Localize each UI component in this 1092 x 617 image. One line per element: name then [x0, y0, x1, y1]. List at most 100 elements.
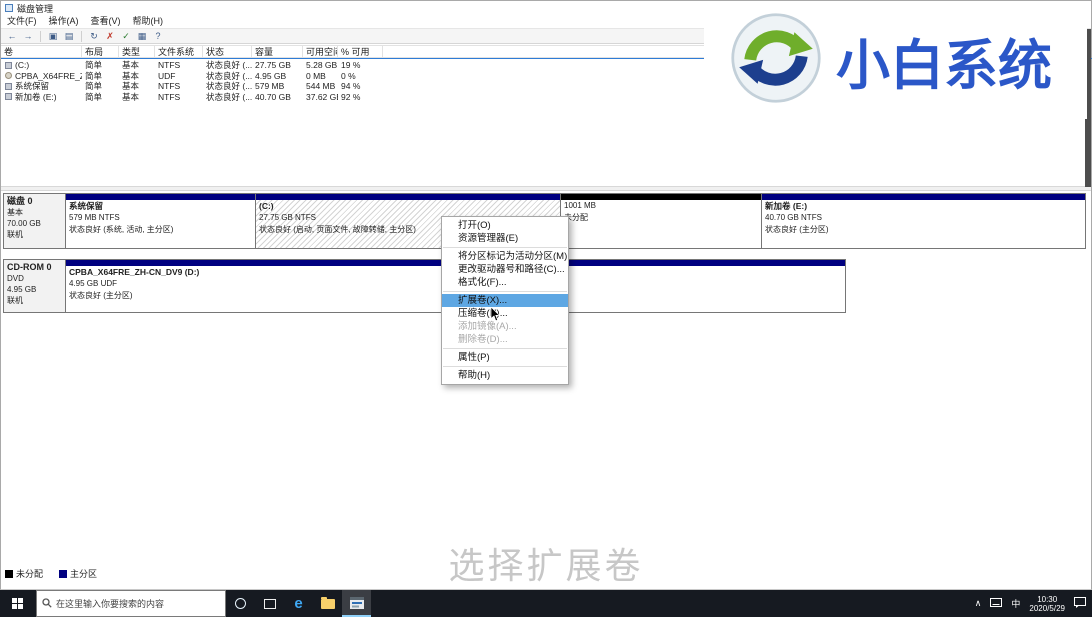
action-center-icon[interactable]	[1074, 597, 1086, 610]
partition-system-reserved[interactable]: 系统保留 579 MB NTFS 状态良好 (系统, 活动, 主分区)	[65, 193, 256, 249]
disk-status: 联机	[7, 295, 62, 306]
cell-free: 37.62 GB	[303, 92, 338, 103]
volume-row-c[interactable]: (C:) 简单 基本 NTFS 状态良好 (... 27.75 GB 5.28 …	[1, 60, 701, 71]
menu-item-mark-active[interactable]: 将分区标记为活动分区(M)	[442, 250, 568, 263]
ime-indicator[interactable]: 中	[1011, 597, 1020, 610]
disk-name: CD-ROM 0	[7, 262, 62, 273]
task-view-button[interactable]	[255, 590, 284, 617]
menu-separator	[443, 366, 567, 367]
tray-chevron-icon[interactable]: ∧	[975, 598, 982, 609]
disk-size: 70.00 GB	[7, 218, 62, 229]
menu-item-properties[interactable]: 属性(P)	[442, 351, 568, 364]
console-window-icon[interactable]: ▣	[46, 30, 60, 43]
disk-management-taskbar-button[interactable]	[342, 590, 371, 617]
app-icon	[5, 4, 13, 12]
menu-item-add-mirror: 添加镜像(A)...	[442, 320, 568, 333]
cell-layout: 简单	[82, 71, 119, 82]
partition-title: 新加卷 (E:)	[762, 200, 1085, 212]
menu-item-format[interactable]: 格式化(F)...	[442, 276, 568, 289]
cortana-button[interactable]	[226, 590, 255, 617]
start-button[interactable]	[0, 590, 36, 617]
forward-icon[interactable]: →	[21, 30, 35, 43]
taskbar-spacer	[371, 590, 975, 617]
watermark-text: 选择扩展卷	[1, 537, 1091, 589]
report-icon[interactable]: ▤	[62, 30, 76, 43]
volume-table-body: (C:) 简单 基本 NTFS 状态良好 (... 27.75 GB 5.28 …	[1, 60, 701, 102]
context-menu: 打开(O) 资源管理器(E) 将分区标记为活动分区(M) 更改驱动器号和路径(C…	[441, 216, 569, 385]
col-filesystem[interactable]: 文件系统	[155, 46, 203, 57]
volume-row-d[interactable]: CPBA_X64FRE_Z... 简单 基本 UDF 状态良好 (... 4.9…	[1, 71, 701, 82]
pane-divider	[1, 186, 1091, 191]
cell-free: 544 MB	[303, 81, 338, 92]
unallocated-space[interactable]: 1001 MB 未分配	[560, 193, 762, 249]
cell-pct: 94 %	[338, 81, 383, 92]
mouse-cursor-icon	[490, 307, 500, 327]
task-view-icon	[264, 599, 276, 609]
partition-info: 40.70 GB NTFS	[762, 212, 1085, 224]
menu-item-help[interactable]: 帮助(H)	[442, 369, 568, 382]
unallocated-label: 未分配	[561, 212, 761, 224]
taskbar: e ∧ 中 10:30 2020/5/29	[0, 590, 1092, 617]
search-input[interactable]	[56, 599, 220, 609]
back-icon[interactable]: ←	[5, 30, 19, 43]
edge-button[interactable]: e	[284, 590, 313, 617]
partition-e[interactable]: 新加卷 (E:) 40.70 GB NTFS 状态良好 (主分区)	[761, 193, 1086, 249]
menu-item-explorer[interactable]: 资源管理器(E)	[442, 232, 568, 245]
cell-capacity: 4.95 GB	[252, 71, 303, 82]
taskbar-clock[interactable]: 10:30 2020/5/29	[1029, 595, 1065, 613]
col-pct-free[interactable]: % 可用	[338, 46, 383, 57]
menu-file[interactable]: 文件(F)	[1, 15, 43, 28]
cell-pct: 19 %	[338, 60, 383, 71]
cell-pct: 92 %	[338, 92, 383, 103]
cell-capacity: 579 MB	[252, 81, 303, 92]
window-title: 磁盘管理	[17, 2, 53, 15]
menu-separator	[443, 348, 567, 349]
col-status[interactable]: 状态	[203, 46, 252, 57]
menu-item-extend-volume[interactable]: 扩展卷(X)...	[442, 294, 568, 307]
volume-row-system-reserved[interactable]: 系统保留 简单 基本 NTFS 状态良好 (... 579 MB 544 MB …	[1, 81, 701, 92]
volume-icon	[5, 93, 12, 100]
screen: 磁盘管理 文件(F) 操作(A) 查看(V) 帮助(H) ← → ▣ ▤ ↻ ✗…	[0, 0, 1092, 617]
partition-title: (C:)	[256, 200, 560, 212]
menu-item-delete-volume: 删除卷(D)...	[442, 333, 568, 346]
cell-fs: NTFS	[155, 81, 203, 92]
grid-view-icon[interactable]: ▦	[135, 30, 149, 43]
taskbar-search[interactable]	[36, 590, 226, 617]
disk-name: 磁盘 0	[7, 196, 62, 207]
col-free-space[interactable]: 可用空间	[303, 46, 338, 57]
menu-action[interactable]: 操作(A)	[43, 15, 85, 28]
cell-type: 基本	[119, 81, 155, 92]
col-capacity[interactable]: 容量	[252, 46, 303, 57]
menu-help[interactable]: 帮助(H)	[127, 15, 170, 28]
brand-logo: 小白系统	[704, 1, 1087, 119]
menu-item-open[interactable]: 打开(O)	[442, 219, 568, 232]
edge-icon: e	[294, 596, 302, 611]
disk-management-icon	[350, 597, 364, 609]
refresh-icon[interactable]: ↻	[87, 30, 101, 43]
menu-item-change-drive-letter[interactable]: 更改驱动器号和路径(C)...	[442, 263, 568, 276]
volume-row-e[interactable]: 新加卷 (E:) 简单 基本 NTFS 状态良好 (... 40.70 GB 3…	[1, 92, 701, 103]
cell-status: 状态良好 (...	[203, 60, 252, 71]
disk-management-window: 磁盘管理 文件(F) 操作(A) 查看(V) 帮助(H) ← → ▣ ▤ ↻ ✗…	[0, 0, 1092, 590]
system-tray: ∧ 中 10:30 2020/5/29	[975, 590, 1092, 617]
search-icon	[42, 595, 52, 613]
menu-item-shrink-volume[interactable]: 压缩卷(H)...	[442, 307, 568, 320]
touch-keyboard-icon[interactable]	[990, 598, 1002, 609]
clock-date: 2020/5/29	[1029, 604, 1065, 613]
file-explorer-button[interactable]	[313, 590, 342, 617]
cell-type: 基本	[119, 92, 155, 103]
cd-volume-icon	[5, 72, 12, 79]
cell-fs: NTFS	[155, 60, 203, 71]
check-icon[interactable]: ✓	[119, 30, 133, 43]
disk-type: DVD	[7, 273, 62, 284]
help-icon[interactable]: ?	[151, 30, 165, 43]
volume-name: 系统保留	[15, 81, 49, 92]
menu-view[interactable]: 查看(V)	[85, 15, 127, 28]
col-layout[interactable]: 布局	[82, 46, 119, 57]
col-type[interactable]: 类型	[119, 46, 155, 57]
delete-icon[interactable]: ✗	[103, 30, 117, 43]
brand-name: 小白系统	[836, 21, 1052, 100]
col-volume[interactable]: 卷	[1, 46, 82, 57]
cell-status: 状态良好 (...	[203, 81, 252, 92]
cell-capacity: 27.75 GB	[252, 60, 303, 71]
